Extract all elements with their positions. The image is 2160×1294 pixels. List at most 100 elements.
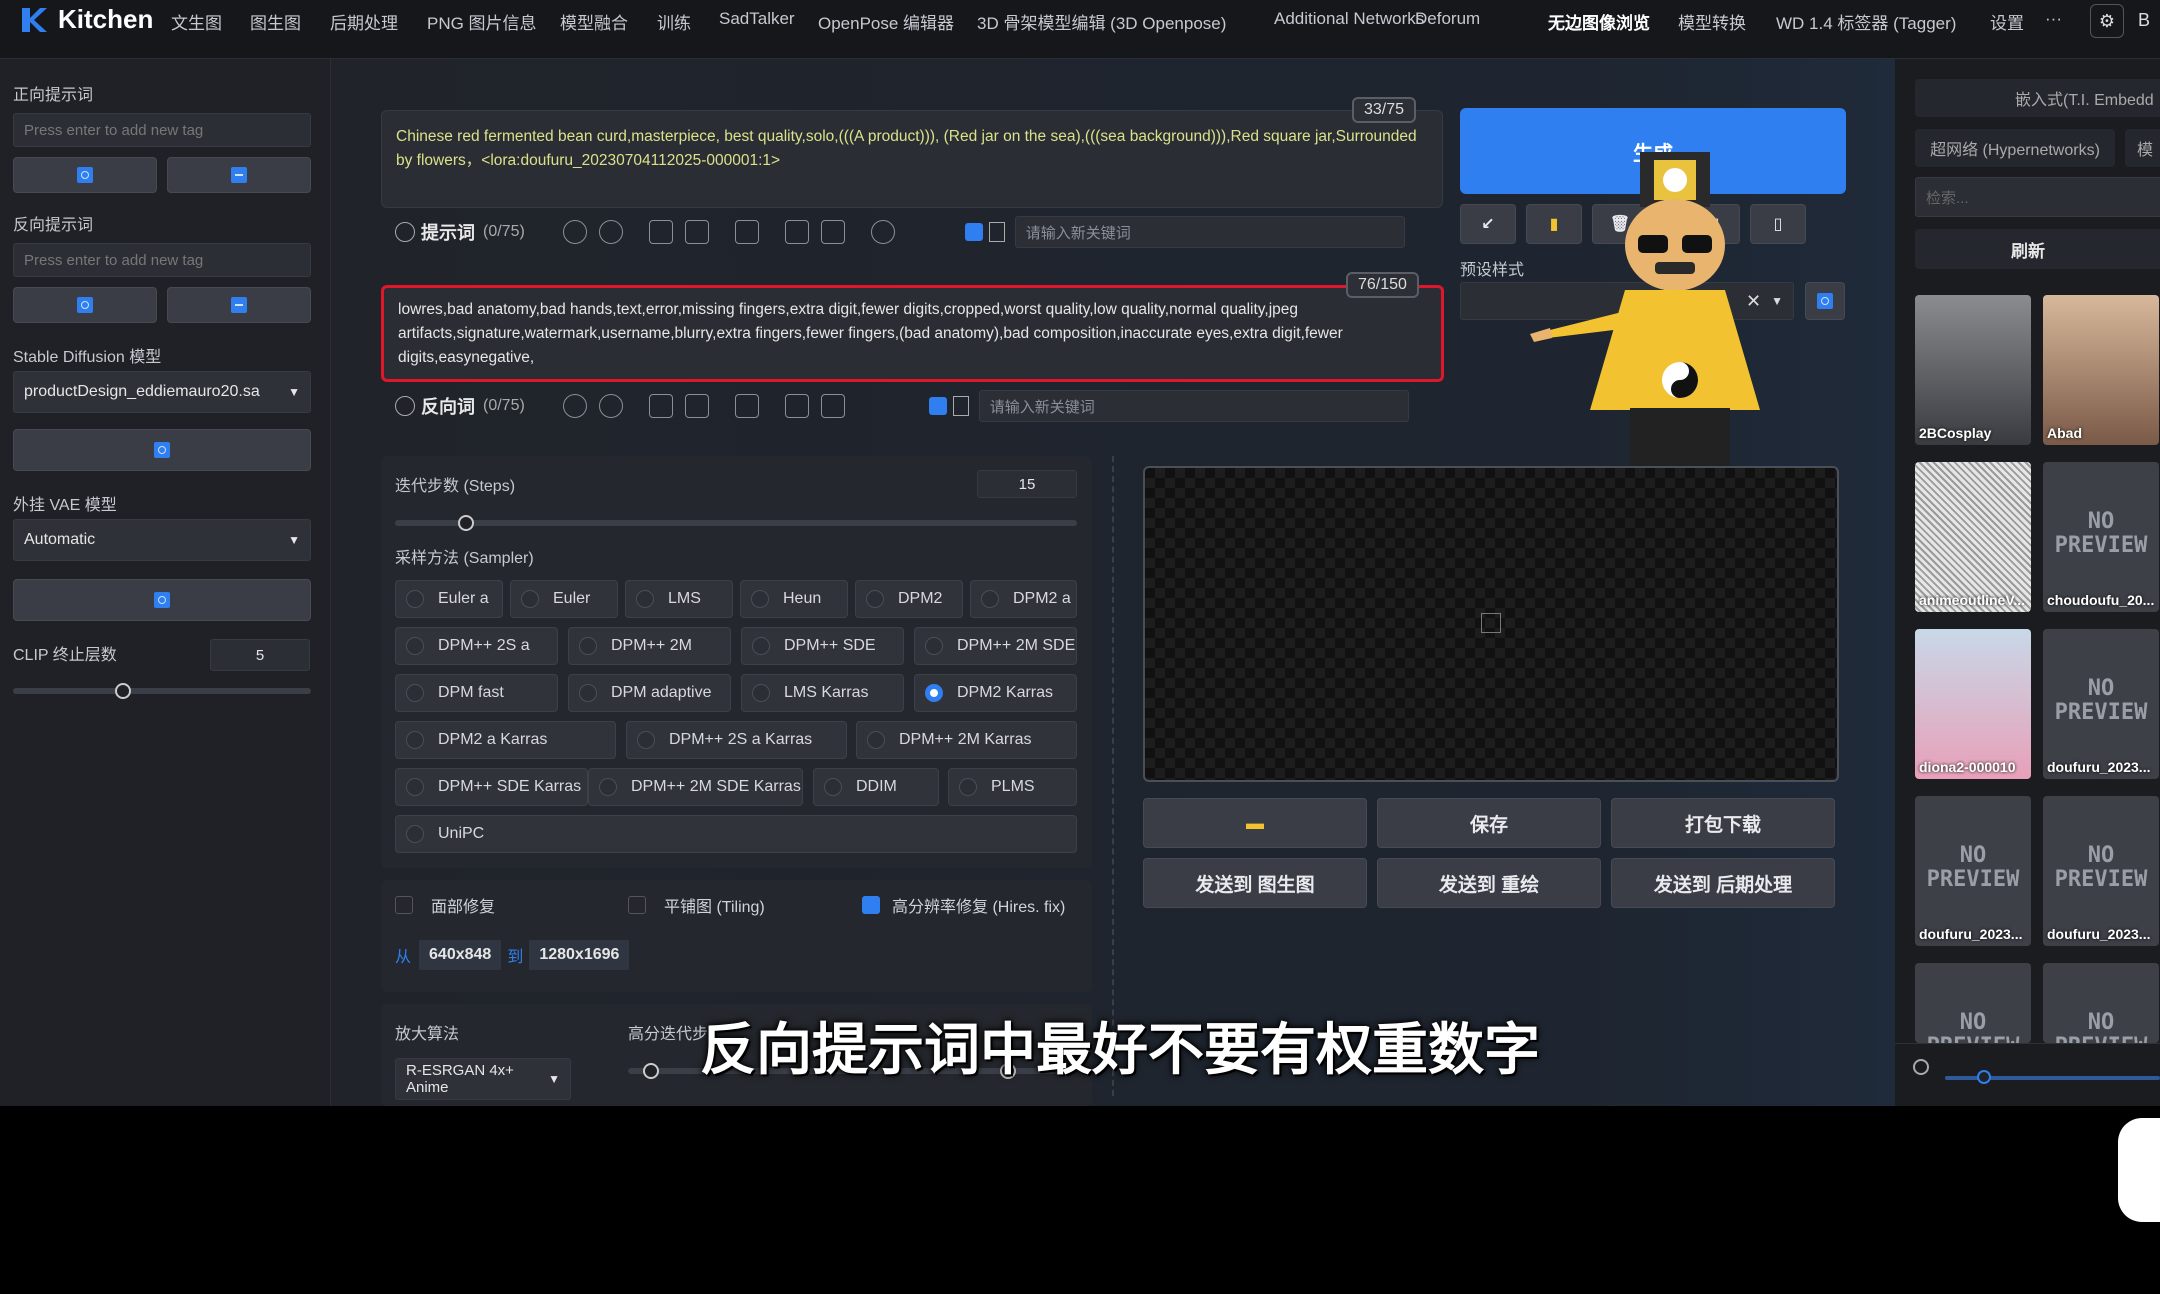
sampler-option[interactable]: DDIM (813, 768, 939, 806)
sampler-option[interactable]: DPM++ SDE (741, 627, 904, 665)
bookmark-icon[interactable] (684, 220, 709, 244)
sampler-radio[interactable] (406, 778, 424, 796)
tab-embeddings[interactable]: 嵌入式(T.I. Embedd (1915, 79, 2160, 117)
tiling-checkbox[interactable] (628, 896, 646, 914)
steps-slider-knob[interactable] (458, 515, 474, 531)
sampler-radio[interactable] (406, 684, 424, 702)
sampler-radio[interactable] (751, 590, 769, 608)
sampler-radio[interactable] (925, 637, 943, 655)
nav-tab-14[interactable]: 设置 (1990, 9, 2024, 34)
neg-apply-button[interactable] (167, 287, 311, 323)
clip-skip-slider-knob[interactable] (115, 683, 131, 699)
neg-refresh-button[interactable] (13, 287, 157, 323)
nav-tab-0[interactable]: 文生图 (171, 9, 222, 34)
sampler-radio[interactable] (752, 637, 770, 655)
clip-skip-slider[interactable] (13, 688, 311, 694)
sd-model-refresh-button[interactable] (13, 429, 311, 471)
open-folder-button[interactable]: ▬ (1143, 798, 1367, 848)
pos-apply-button[interactable] (167, 157, 311, 193)
sd-model-select[interactable]: productDesign_eddiemauro20.sa ▼ (13, 371, 311, 413)
trash-icon[interactable] (820, 394, 845, 418)
sampler-radio[interactable] (579, 684, 597, 702)
sampler-radio[interactable] (866, 590, 884, 608)
nav-tab-15[interactable]: ··· (2045, 9, 2062, 29)
sampler-option[interactable]: DPM++ 2M SDE Karras (588, 768, 803, 806)
openai-icon[interactable] (870, 220, 895, 244)
zoom-slider-knob[interactable] (1977, 1070, 1991, 1084)
image-icon[interactable] (734, 394, 759, 418)
vae-refresh-button[interactable] (13, 579, 311, 621)
sampler-radio[interactable] (636, 590, 654, 608)
sampler-option[interactable]: DPM++ SDE Karras (395, 768, 588, 806)
tiling-option[interactable]: 平铺图 (Tiling) (628, 893, 765, 917)
pos-tag-input[interactable]: Press enter to add new tag (13, 113, 311, 147)
translate-icon[interactable] (562, 394, 587, 418)
sampler-option[interactable]: DPM fast (395, 674, 558, 712)
hires-fix-option[interactable]: 高分辨率修复 (Hires. fix) (862, 893, 1065, 917)
negative-keyword-input[interactable]: 请输入新关键词 (978, 390, 1409, 422)
output-image-preview[interactable] (1143, 466, 1839, 782)
sampler-option[interactable]: Euler a (395, 580, 503, 618)
translate-icon[interactable] (562, 220, 587, 244)
nav-tab-5[interactable]: 训练 (657, 9, 691, 34)
sampler-radio[interactable] (579, 637, 597, 655)
tab-hypernetworks[interactable]: 超网络 (Hypernetworks) (1915, 129, 2115, 167)
zip-download-button[interactable]: 打包下载 (1611, 798, 1835, 848)
network-card[interactable]: NO PREVIEW choudoufu_20... (2043, 462, 2159, 612)
nav-tab-9[interactable]: Additional Networks (1274, 9, 1424, 29)
network-card[interactable]: Abad (2043, 295, 2159, 445)
clip-skip-input[interactable]: 5 (210, 639, 310, 671)
nav-tab-3[interactable]: PNG 图片信息 (427, 9, 537, 34)
sampler-option[interactable]: DPM adaptive (568, 674, 731, 712)
neg-tag-input[interactable]: Press enter to add new tag (13, 243, 311, 277)
sampler-radio[interactable] (959, 778, 977, 796)
network-card[interactable]: 2BCosplay (1915, 295, 2031, 445)
network-search-input[interactable]: 检索... (1915, 177, 2160, 217)
sampler-option[interactable]: Euler (510, 580, 618, 618)
nav-tab-4[interactable]: 模型融合 (560, 9, 628, 34)
sampler-option[interactable]: DPM++ 2S a (395, 627, 558, 665)
network-card[interactable]: NO PREVIEW (1915, 963, 2031, 1043)
hires-steps-slider-knob[interactable] (643, 1063, 659, 1079)
trash-icon[interactable] (820, 220, 845, 244)
nav-tab-12[interactable]: 模型转换 (1678, 9, 1746, 34)
list-icon[interactable] (648, 394, 673, 418)
sampler-option[interactable]: DPM2 Karras (914, 674, 1077, 712)
network-card[interactable]: NO PREVIEW (2043, 963, 2159, 1043)
gear-icon[interactable] (598, 394, 623, 418)
gear-icon[interactable] (598, 220, 623, 244)
sampler-option[interactable]: PLMS (948, 768, 1077, 806)
sampler-option[interactable]: Heun (740, 580, 848, 618)
negative-prompt-textarea[interactable]: lowres,bad anatomy,bad hands,text,error,… (381, 285, 1444, 382)
copy-icon[interactable] (784, 220, 809, 244)
sampler-option[interactable]: LMS Karras (741, 674, 904, 712)
nav-tab-6[interactable]: SadTalker (719, 9, 795, 29)
sampler-option[interactable]: DPM++ 2M Karras (856, 721, 1077, 759)
refresh-button[interactable]: 刷新 (1915, 229, 2160, 269)
save-button[interactable]: 保存 (1377, 798, 1601, 848)
sampler-radio[interactable] (824, 778, 842, 796)
network-card[interactable]: NO PREVIEW doufuru_2023... (2043, 796, 2159, 946)
nav-tab-2[interactable]: 后期处理 (330, 9, 398, 34)
sampler-radio[interactable] (406, 637, 424, 655)
face-restore-checkbox[interactable] (395, 896, 413, 914)
collapse-icon[interactable] (395, 222, 415, 242)
settings-gear-icon[interactable]: ⚙ (2090, 4, 2124, 38)
bookmark-icon[interactable] (684, 394, 709, 418)
sampler-option[interactable]: DPM2 (855, 580, 963, 618)
nav-tab-13[interactable]: WD 1.4 标签器 (Tagger) (1776, 9, 1956, 34)
sampler-radio[interactable] (406, 825, 424, 843)
sampler-option[interactable]: DPM2 a Karras (395, 721, 616, 759)
list-icon[interactable] (648, 220, 673, 244)
keyword-checkbox[interactable] (928, 397, 947, 415)
nav-tab-1[interactable]: 图生图 (250, 9, 301, 34)
tab-other[interactable]: 模 (2125, 129, 2160, 167)
keyword-checkbox[interactable] (964, 223, 983, 241)
network-card[interactable]: NO PREVIEW doufuru_2023... (1915, 796, 2031, 946)
positive-prompt-textarea[interactable]: Chinese red fermented bean curd,masterpi… (381, 110, 1443, 208)
image-icon[interactable] (734, 220, 759, 244)
send-back-icon[interactable]: ↙ (1460, 204, 1516, 244)
preset-refresh-button[interactable] (1805, 282, 1845, 320)
network-card[interactable]: diona2-000010 (1915, 629, 2031, 779)
copy-icon[interactable] (784, 394, 809, 418)
